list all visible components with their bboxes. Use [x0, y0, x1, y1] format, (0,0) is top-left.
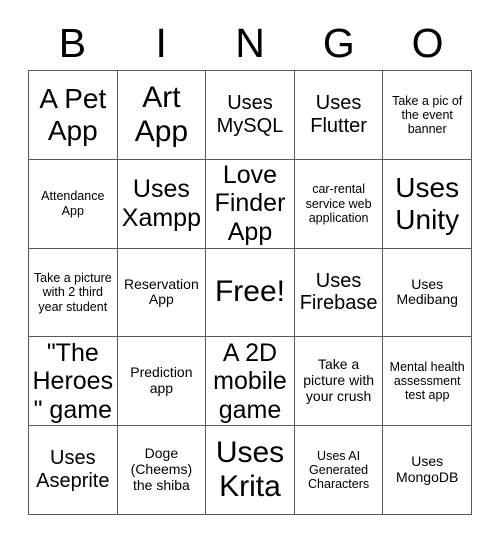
bingo-cell-label: Attendance App — [41, 189, 105, 218]
bingo-cell-label: A 2D mobile game — [213, 338, 287, 424]
bingo-cell-r2c5[interactable]: Uses Unity — [383, 159, 472, 249]
bingo-cell-r3c5[interactable]: Uses Medibang — [383, 248, 472, 338]
bingo-cell-label: Uses Krita — [215, 435, 285, 504]
bingo-cell-label: Uses Medibang — [396, 275, 458, 308]
bingo-cell-r3c3[interactable]: Free! — [206, 248, 295, 338]
bingo-grid: A Pet App Art App Uses MySQL Uses Flutter Ta… — [28, 70, 472, 515]
bingo-header-letter-o: O — [411, 19, 444, 66]
bingo-cell-label: "The Heroes" game — [32, 338, 114, 424]
bingo-cell-r5c3[interactable]: Uses Krita — [206, 426, 295, 515]
bingo-header-letter-b: B — [58, 19, 87, 66]
bingo-cell-r5c2[interactable]: Doge (Cheems) the shiba — [117, 426, 207, 515]
bingo-header-letter-i: I — [155, 19, 167, 66]
bingo-cell-label: Uses Aseprite — [36, 447, 110, 493]
bingo-cell-label: Take a pic of the event banner — [392, 93, 463, 137]
bingo-card: B I N G O A Pet App Art App Uses MySQL Uses Flu… — [0, 0, 500, 544]
bingo-cell-r2c2[interactable]: Uses Xampp — [117, 159, 207, 249]
bingo-cell-r5c5[interactable]: Uses MongoDB — [383, 426, 472, 515]
bingo-cell-label: Love Finder App — [214, 160, 286, 246]
bingo-cell-label: Uses MongoDB — [396, 453, 459, 486]
bingo-cell-label: Prediction app — [130, 364, 193, 397]
bingo-cell-label: Uses MySQL — [216, 92, 284, 137]
bingo-cell-r4c2[interactable]: Prediction app — [117, 337, 207, 427]
bingo-cell-r1c3[interactable]: Uses MySQL — [206, 71, 295, 160]
bingo-cell-r4c1[interactable]: "The Heroes" game — [29, 337, 118, 427]
bingo-header-letter-g: G — [322, 19, 355, 66]
bingo-cell-label: Mental health assessment test app — [389, 359, 465, 403]
bingo-cell-r4c3[interactable]: A 2D mobile game — [206, 337, 295, 427]
bingo-cell-r1c4[interactable]: Uses Flutter — [294, 71, 384, 160]
bingo-cell-label: Uses Unity — [395, 171, 460, 235]
bingo-cell-r2c3[interactable]: Love Finder App — [206, 159, 295, 249]
bingo-cell-r2c4[interactable]: car-rental service web application — [294, 159, 384, 249]
bingo-cell-r4c4[interactable]: Take a picture with your crush — [294, 337, 384, 427]
bingo-cell-r2c1[interactable]: Attendance App — [29, 159, 118, 249]
bingo-cell-r3c4[interactable]: Uses Firebase — [294, 248, 384, 338]
bingo-cell-r5c4[interactable]: Uses AI Generated Characters — [294, 426, 384, 515]
bingo-cell-r1c5[interactable]: Take a pic of the event banner — [383, 71, 472, 160]
bingo-cell-label: Art App — [134, 80, 189, 148]
bingo-cell-label: Uses Xampp — [121, 175, 201, 232]
bingo-cell-label: Take a picture with 2 third year student — [33, 271, 112, 314]
bingo-cell-label: car-rental service web application — [305, 182, 372, 225]
bingo-cell-r1c2[interactable]: Art App — [117, 71, 207, 160]
bingo-cell-r3c1[interactable]: Take a picture with 2 third year student — [29, 248, 118, 338]
bingo-cell-label: A Pet App — [39, 82, 107, 146]
bingo-cell-label: Doge (Cheems) the shiba — [130, 445, 193, 494]
bingo-cell-r5c1[interactable]: Uses Aseprite — [29, 426, 118, 515]
bingo-cell-label: Free! — [214, 275, 285, 309]
bingo-cell-label: Reservation App — [124, 275, 199, 308]
bingo-cell-label: Take a picture with your crush — [303, 356, 374, 405]
bingo-cell-r3c2[interactable]: Reservation App — [117, 248, 207, 338]
bingo-cell-label: Uses AI Generated Characters — [308, 448, 370, 492]
bingo-cell-r4c5[interactable]: Mental health assessment test app — [383, 337, 472, 427]
bingo-cell-r1c1[interactable]: A Pet App — [29, 71, 118, 160]
bingo-cell-label: Uses Firebase — [299, 269, 378, 315]
bingo-header-letter-n: N — [235, 19, 265, 66]
bingo-cell-label: Uses Flutter — [310, 92, 367, 137]
bingo-header: BINGO — [28, 18, 472, 68]
